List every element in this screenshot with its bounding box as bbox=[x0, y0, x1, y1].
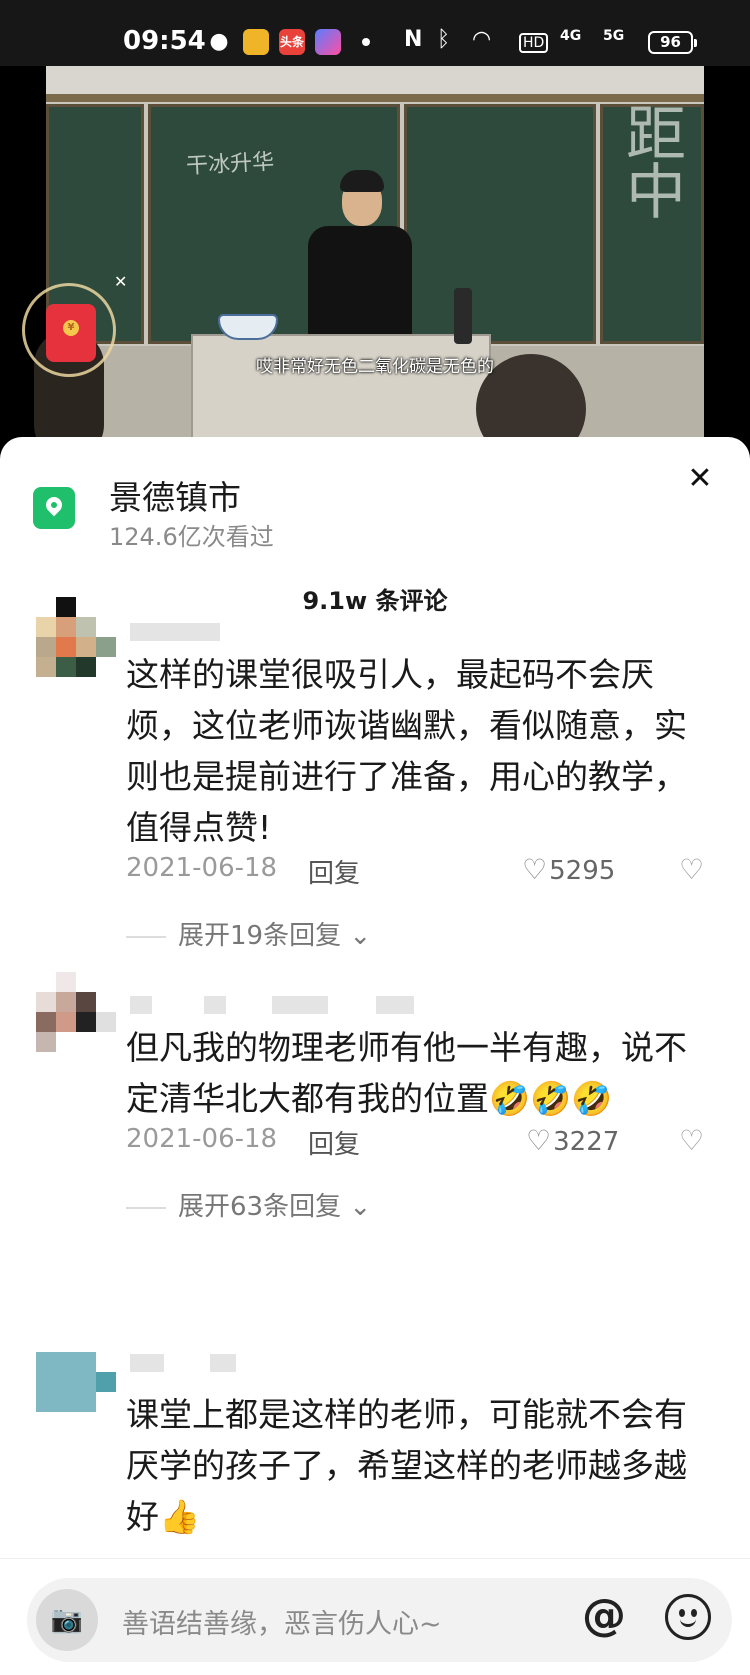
comment-date: 2021-06-18 bbox=[126, 1124, 278, 1154]
red-packet-button[interactable]: ¥ bbox=[22, 283, 116, 377]
expand-replies-label: 展开63条回复 bbox=[178, 1192, 342, 1222]
notification-dot-icon bbox=[362, 38, 370, 46]
comment-sheet: 景德镇市 124.6亿次看过 ✕ 9.1w 条评论 这样的课堂很吸引人，最起码不… bbox=[0, 437, 750, 1675]
like-count: 5295 bbox=[549, 856, 616, 886]
video-subtitle: 哎非常好无色二氧化碳是无色的 bbox=[256, 357, 494, 377]
mail-icon bbox=[243, 29, 269, 55]
chevron-down-icon: ⌄ bbox=[341, 921, 372, 951]
bluetooth-icon: ᛒ bbox=[437, 27, 451, 52]
expand-replies-button[interactable]: 展开19条回复 ⌄ bbox=[126, 915, 371, 952]
teacher-hair bbox=[340, 170, 384, 192]
hd-voice-icon: HD bbox=[519, 33, 549, 53]
video-player[interactable]: 干冰升华 距中 哎非常好无色二氧化碳是无色的 ¥ ✕ bbox=[0, 66, 750, 446]
heart-icon: ♡ bbox=[526, 1124, 552, 1157]
at-mention-icon[interactable]: @ bbox=[582, 1590, 626, 1641]
blackboard-panel bbox=[404, 104, 596, 344]
signal-4g-icon: 4G bbox=[560, 28, 582, 44]
like-button[interactable]: ♡3227 bbox=[526, 1124, 619, 1157]
comment-meta: 2021-06-18 回复 ♡3227 ♡ bbox=[126, 1124, 716, 1164]
video-app-icon bbox=[315, 29, 341, 55]
location-title[interactable]: 景德镇市 bbox=[109, 471, 241, 519]
avatar[interactable] bbox=[36, 597, 116, 677]
camera-icon[interactable]: 📷 bbox=[36, 1589, 98, 1651]
heart-icon: ♡ bbox=[522, 853, 548, 886]
ceiling bbox=[46, 66, 704, 94]
status-time: 09:54 bbox=[123, 26, 206, 56]
expand-replies-button[interactable]: 展开63条回复 ⌄ bbox=[126, 1186, 371, 1223]
red-packet-icon: ¥ bbox=[46, 304, 96, 362]
broken-heart-icon[interactable]: ♡ bbox=[679, 1124, 704, 1157]
like-button[interactable]: ♡5295 bbox=[522, 853, 615, 886]
chalk-writing: 干冰升华 bbox=[185, 149, 275, 180]
lectern bbox=[191, 334, 491, 446]
location-pin-icon[interactable] bbox=[33, 487, 75, 529]
nfc-icon: N bbox=[404, 27, 423, 52]
avatar[interactable] bbox=[36, 1352, 116, 1432]
signal-5g-icon: 5G bbox=[603, 28, 625, 44]
expand-replies-label: 展开19条回复 bbox=[178, 921, 342, 951]
like-count: 3227 bbox=[553, 1127, 620, 1157]
comment-text: 课堂上都是这样的老师，可能就不会有厌学的孩子了，希望这样的老师越多越好👍 bbox=[126, 1395, 687, 1536]
coin-icon: ¥ bbox=[63, 320, 79, 336]
wifi-icon: ◠ bbox=[472, 27, 492, 52]
comment-item: 课堂上都是这样的老师，可能就不会有厌学的孩子了，希望这样的老师越多越好👍 bbox=[0, 1352, 750, 1572]
reply-button[interactable]: 回复 bbox=[308, 1124, 360, 1161]
location-views: 124.6亿次看过 bbox=[109, 523, 274, 551]
comment-item: 但凡我的物理老师有他一半有趣，说不定清华北大都有我的位置🤣🤣🤣 2021-06-… bbox=[0, 972, 750, 1272]
reply-button[interactable]: 回复 bbox=[308, 853, 360, 890]
board-trim bbox=[46, 94, 704, 102]
comment-date: 2021-06-18 bbox=[126, 853, 278, 883]
battery-icon: 96 bbox=[648, 31, 697, 54]
comment-input-bar: 📷 善语结善缘，恶言伤人心~ @ bbox=[0, 1558, 750, 1675]
status-bar: 09:54 ● 头条 N ᛒ ◠ HD 4G 5G 96 bbox=[0, 0, 750, 66]
red-packet-close-icon[interactable]: ✕ bbox=[114, 272, 127, 291]
thermos bbox=[454, 288, 472, 344]
video-frame: 干冰升华 距中 哎非常好无色二氧化碳是无色的 bbox=[34, 66, 704, 446]
avatar[interactable] bbox=[36, 972, 116, 1052]
teacher-figure bbox=[308, 226, 412, 346]
comment-input-placeholder[interactable]: 善语结善缘，恶言伤人心~ bbox=[122, 1602, 442, 1641]
comment-meta: 2021-06-18 回复 ♡5295 ♡ bbox=[126, 853, 716, 893]
chevron-down-icon: ⌄ bbox=[341, 1192, 372, 1222]
wechat-icon: ● bbox=[209, 29, 229, 54]
bowl bbox=[218, 314, 278, 340]
chalk-writing-right: 距中 bbox=[626, 100, 686, 228]
broken-heart-icon[interactable]: ♡ bbox=[679, 853, 704, 886]
toutiao-icon: 头条 bbox=[279, 29, 305, 55]
comment-text: 这样的课堂很吸引人，最起码不会厌烦，这位老师诙谐幽默，看似随意，实则也是提前进行… bbox=[126, 655, 687, 847]
comment-item: 这样的课堂很吸引人，最起码不会厌烦，这位老师诙谐幽默，看似随意，实则也是提前进行… bbox=[0, 597, 750, 951]
comment-text: 但凡我的物理老师有他一半有趣，说不定清华北大都有我的位置🤣🤣🤣 bbox=[126, 1028, 687, 1118]
close-button[interactable]: ✕ bbox=[680, 459, 720, 499]
emoji-icon[interactable] bbox=[665, 1594, 711, 1640]
